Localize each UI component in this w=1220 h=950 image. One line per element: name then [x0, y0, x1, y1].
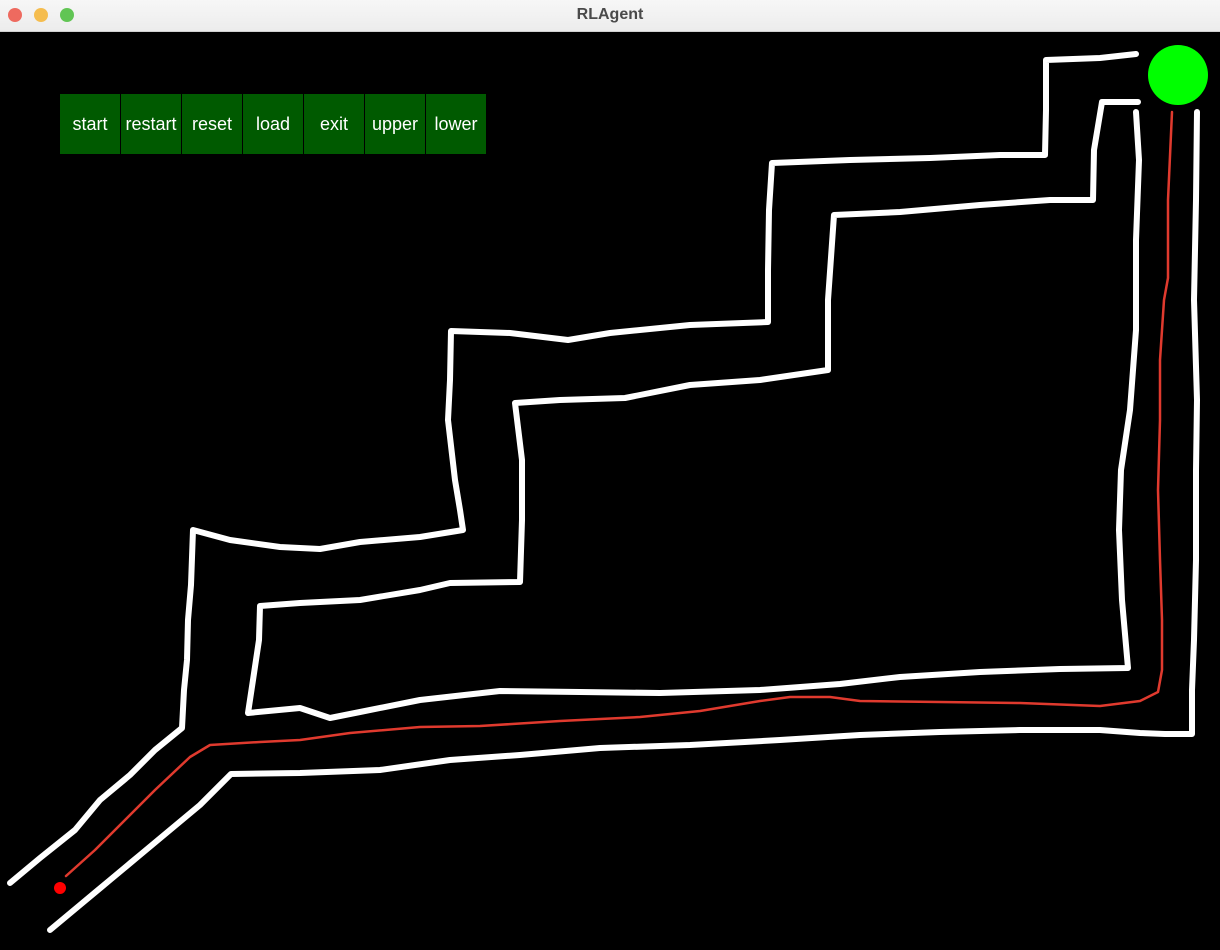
track-inner-wall	[47, 109, 1200, 933]
agent-trajectory-line	[64, 110, 1174, 878]
start-button[interactable]: start	[60, 94, 120, 154]
track-island-wall	[245, 99, 1142, 721]
upper-button[interactable]: upper	[365, 94, 425, 154]
restart-button[interactable]: restart	[121, 94, 181, 154]
exit-button[interactable]: exit	[304, 94, 364, 154]
agent-marker	[54, 882, 66, 894]
simulation-canvas[interactable]: start restart reset load exit upper lowe…	[0, 32, 1220, 950]
control-toolbar: start restart reset load exit upper lowe…	[60, 94, 486, 154]
track-scene	[7, 45, 1208, 933]
load-button[interactable]: load	[243, 94, 303, 154]
reset-button[interactable]: reset	[182, 94, 242, 154]
lower-button[interactable]: lower	[426, 94, 486, 154]
window-title: RLAgent	[576, 6, 644, 23]
goal-marker	[1148, 45, 1208, 105]
title-bar[interactable]: RLAgent	[0, 0, 1220, 32]
app-window: RLAgent start restart reset load exit up…	[0, 0, 1220, 950]
track-outer-wall	[7, 51, 1139, 886]
